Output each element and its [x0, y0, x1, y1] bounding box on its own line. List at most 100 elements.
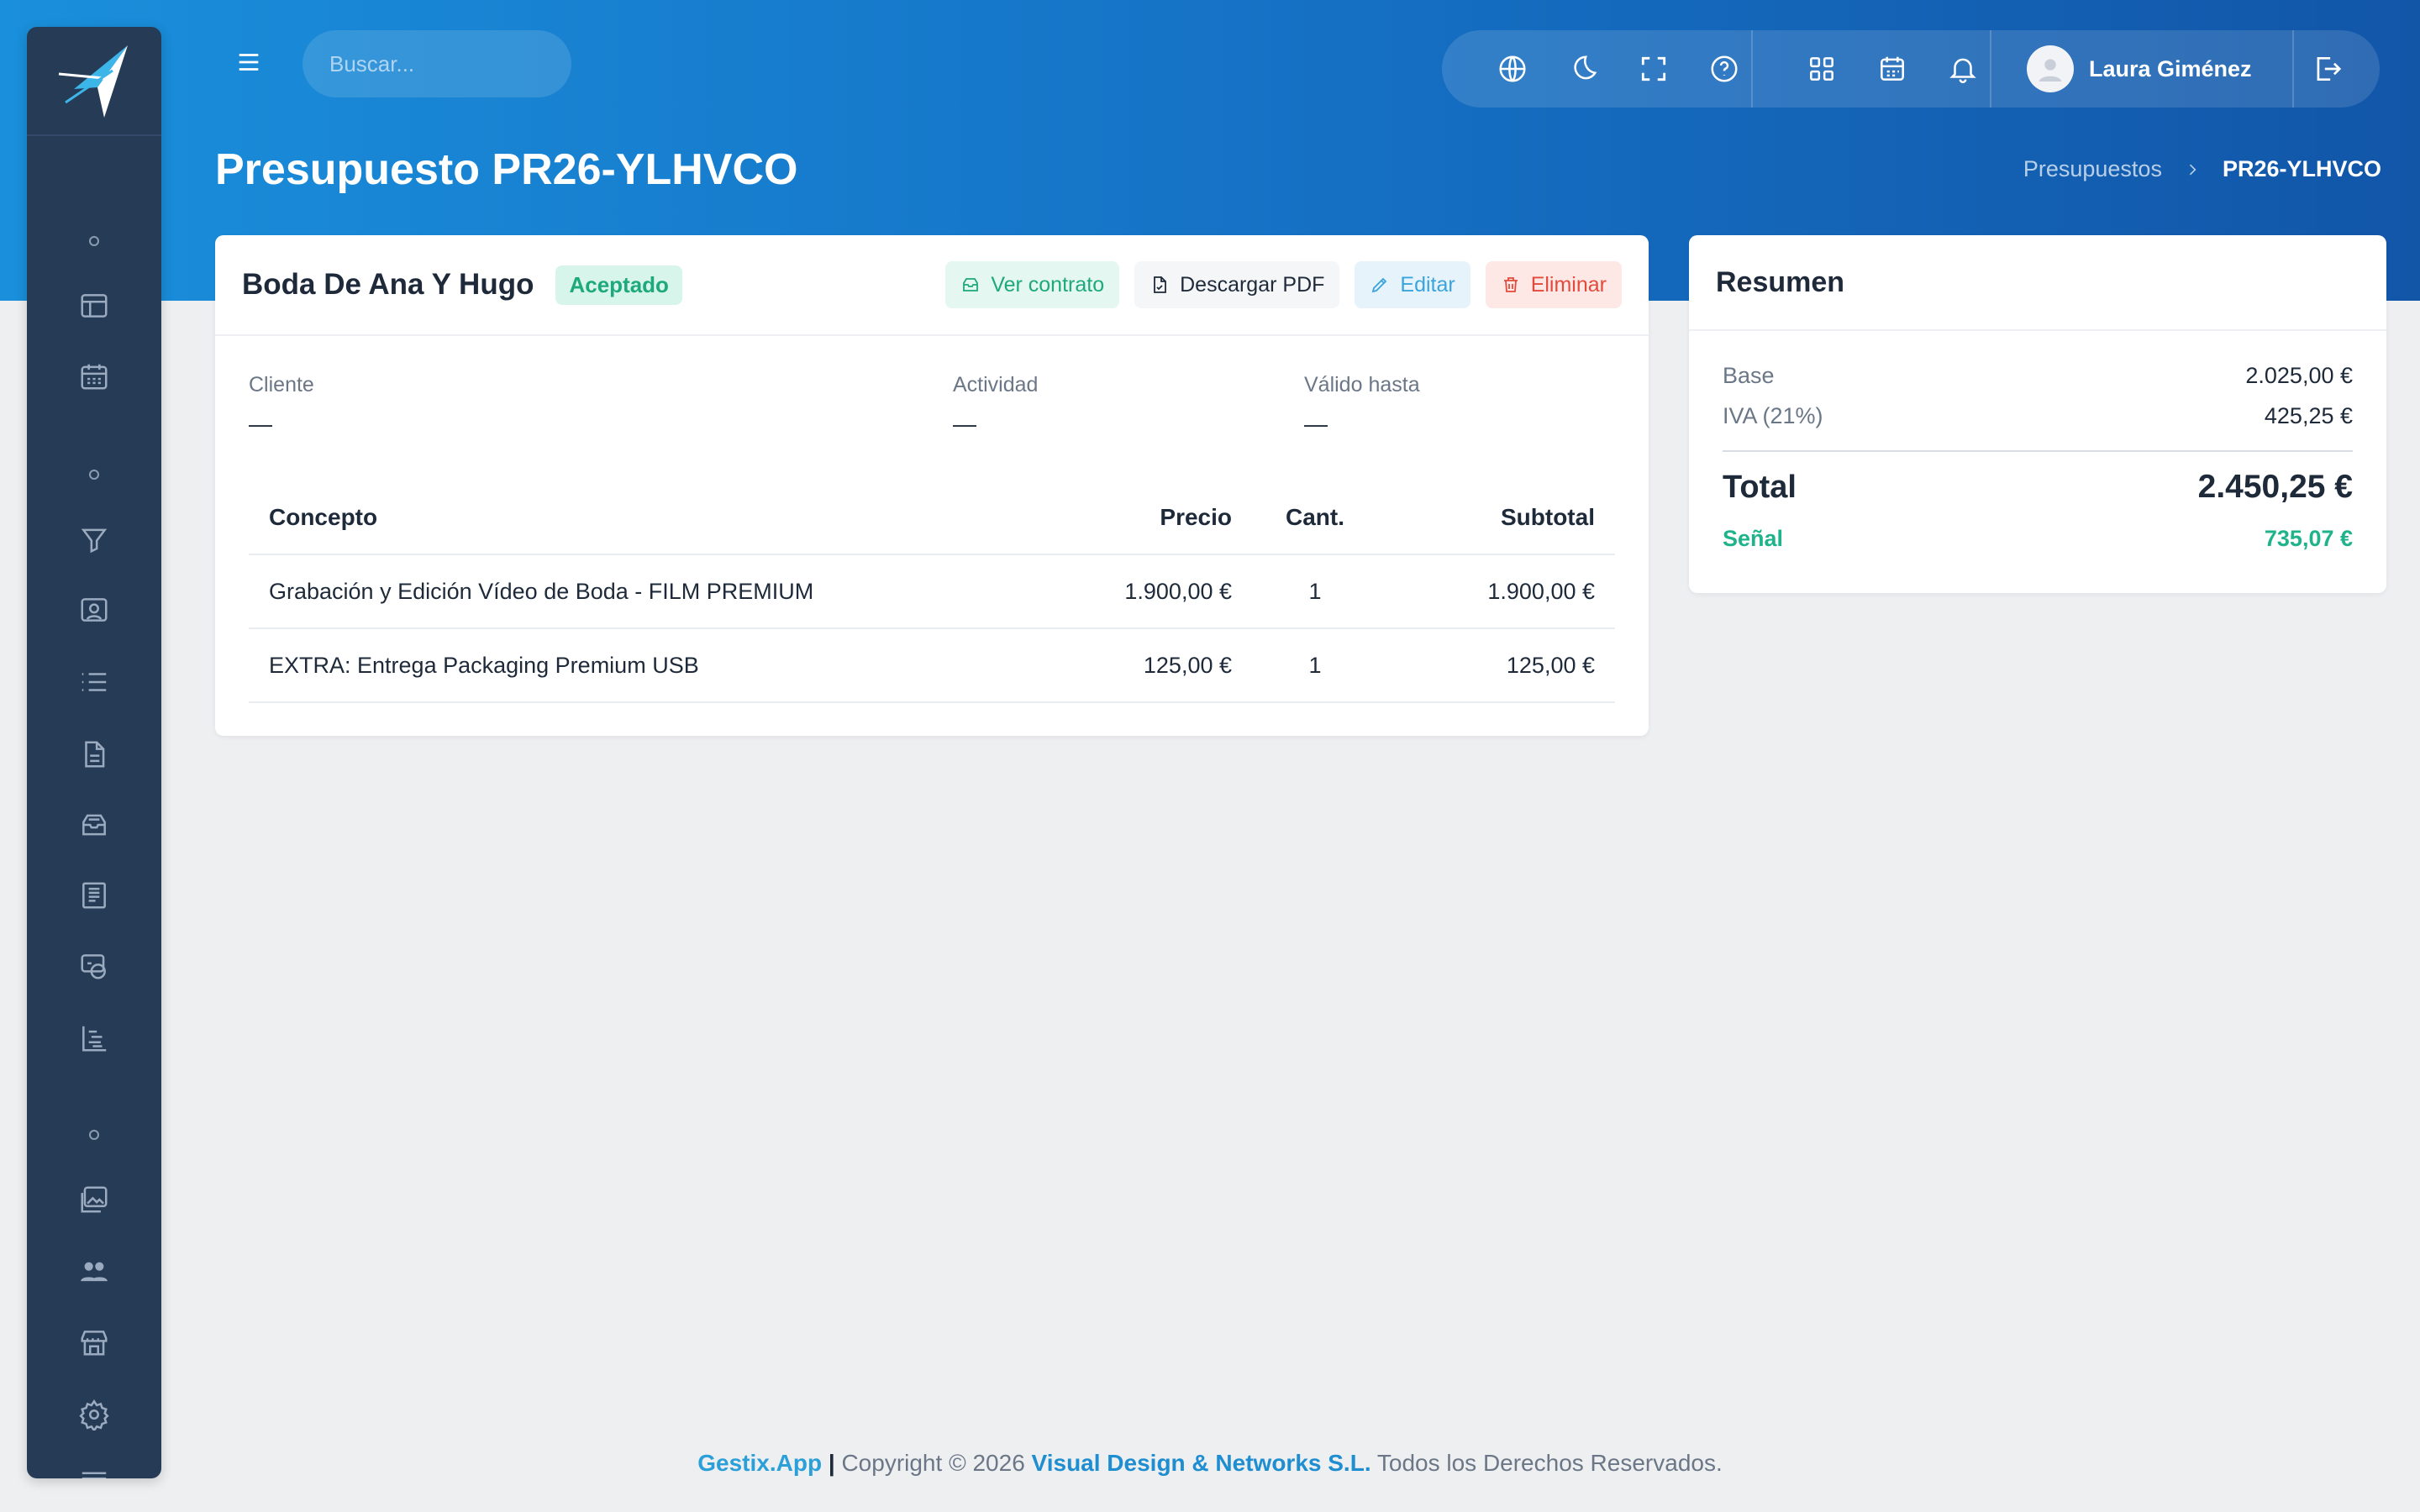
trash-icon [1503, 277, 1518, 292]
sidebar-item-contacts[interactable] [27, 585, 161, 635]
user-menu[interactable]: Laura Giménez [2027, 44, 2252, 94]
download-pdf-button[interactable]: Descargar PDF [1134, 261, 1340, 308]
sidebar-section-marker [27, 228, 161, 254]
table-row: EXTRA: Entrega Packaging Premium USB 125… [249, 628, 1615, 703]
view-contract-label: Ver contrato [991, 272, 1105, 297]
sidebar-item-stores[interactable] [27, 1317, 161, 1368]
cell-price: 125,00 € [1101, 628, 1252, 703]
meta-label: Cliente [249, 373, 314, 396]
sidebar-item-list[interactable] [27, 657, 161, 707]
calendar-button[interactable] [1870, 47, 1914, 91]
summary-base-row: Base 2.025,00 € [1723, 363, 2353, 389]
globe-icon [1499, 55, 1526, 82]
sidebar-item-inbox[interactable] [27, 800, 161, 850]
sidebar-item-users[interactable] [27, 1247, 161, 1297]
cell-qty: 1 [1252, 554, 1378, 629]
users-icon [81, 1262, 108, 1282]
app-logo[interactable] [27, 27, 161, 136]
cell-concept: Grabación y Edición Vídeo de Boda - FILM… [249, 554, 1101, 629]
delete-button[interactable]: Eliminar [1485, 261, 1622, 308]
page-title: Presupuesto PR26-YLHVCO [215, 145, 798, 194]
sidebar-item-calendar[interactable] [27, 351, 161, 402]
summary-total-row: Total 2.450,25 € [1723, 469, 2353, 506]
meta-actividad: Actividad — [953, 373, 1038, 438]
search-input[interactable] [329, 50, 611, 77]
gallery-icon [81, 1186, 108, 1213]
summary-card: Resumen Base 2.025,00 € IVA (21%) 425,25… [1689, 235, 2386, 593]
breadcrumb-link-presupuestos[interactable]: Presupuestos [2023, 156, 2162, 182]
cell-qty: 1 [1252, 628, 1378, 703]
dashboard-icon [81, 294, 108, 318]
hamburger-icon [239, 54, 259, 71]
meta-valido-hasta: Válido hasta — [1304, 373, 1420, 438]
meta-value: — [1304, 411, 1328, 437]
status-badge: Aceptado [555, 265, 682, 305]
meta-cliente: Cliente — [249, 373, 314, 438]
language-button[interactable] [1491, 47, 1534, 91]
footer-separator: | [828, 1450, 835, 1476]
total-label: Total [1723, 469, 1797, 505]
meta-label: Válido hasta [1304, 373, 1420, 396]
sidebar-item-documents[interactable] [27, 729, 161, 780]
footer-brand-link[interactable]: Gestix.App [697, 1450, 822, 1476]
inbox-icon [82, 814, 106, 836]
base-label: Base [1723, 363, 1775, 388]
sidebar-section-marker [27, 462, 161, 487]
toolbar-divider [2292, 30, 2294, 108]
meta-label: Actividad [953, 373, 1039, 396]
meta-value: — [953, 411, 976, 437]
sidebar [27, 27, 161, 1478]
apps-icon [1810, 57, 1833, 81]
quote-card: Boda De Ana Y Hugo Aceptado Ver contrato… [215, 235, 1649, 736]
total-value: 2.450,25 € [2197, 469, 2353, 505]
sidebar-item-gallery[interactable] [27, 1174, 161, 1225]
contacts-icon [81, 598, 108, 622]
col-header-concepto: Concepto [249, 480, 1101, 555]
sidebar-item-payments[interactable] [27, 941, 161, 991]
summary-divider [1723, 450, 2353, 452]
quote-actions: Ver contrato Descargar PDF Editar Elimin… [945, 261, 1622, 308]
sidebar-item-dashboard[interactable] [27, 281, 161, 331]
notifications-button[interactable] [1941, 47, 1985, 91]
settings-icon [79, 1399, 109, 1431]
menu-toggle-button[interactable] [232, 45, 266, 79]
edit-button[interactable]: Editar [1355, 261, 1470, 308]
sidebar-section-marker [27, 1122, 161, 1147]
filter-icon [81, 528, 108, 554]
avatar [2027, 45, 2074, 92]
table-header-row: Concepto Precio Cant. Subtotal [249, 480, 1615, 555]
sidebar-item-filters[interactable] [27, 514, 161, 564]
help-button[interactable] [1702, 47, 1746, 91]
help-icon [1711, 55, 1738, 82]
money-icon [81, 954, 106, 979]
user-name: Laura Giménez [2089, 55, 2252, 81]
col-header-precio: Precio [1101, 480, 1252, 555]
fullscreen-button[interactable] [1632, 47, 1676, 91]
list-icon [82, 673, 107, 691]
logo-icon [58, 45, 128, 118]
col-header-cantidad: Cant. [1252, 480, 1378, 555]
cell-subtotal: 1.900,00 € [1378, 554, 1615, 629]
invoice-icon [82, 882, 106, 909]
pencil-icon [1372, 277, 1387, 293]
footer-rights: Todos los Derechos Reservados. [1376, 1450, 1723, 1476]
breadcrumb: Presupuestos PR26-YLHVCO [2023, 156, 2381, 182]
footer-copyright: Copyright © 2026 [841, 1450, 1025, 1476]
download-pdf-label: Descargar PDF [1180, 272, 1325, 297]
toolbar-divider [1990, 30, 1991, 108]
apps-button[interactable] [1800, 47, 1844, 91]
calendar-icon [1881, 56, 1904, 81]
vat-label: IVA (21%) [1723, 403, 1823, 428]
summary-title: Resumen [1689, 235, 2386, 331]
view-contract-button[interactable]: Ver contrato [945, 261, 1120, 308]
sidebar-item-invoices[interactable] [27, 870, 161, 921]
edit-label: Editar [1400, 272, 1455, 297]
pdf-icon [1154, 276, 1167, 293]
sidebar-item-settings[interactable] [27, 1389, 161, 1440]
dark-mode-button[interactable] [1561, 47, 1605, 91]
logout-button[interactable] [2306, 47, 2349, 91]
sidebar-item-planning[interactable] [27, 1013, 161, 1063]
user-icon [2039, 59, 2062, 81]
footer-company-link[interactable]: Visual Design & Networks S.L. [1032, 1450, 1371, 1476]
store-icon [81, 1331, 108, 1356]
